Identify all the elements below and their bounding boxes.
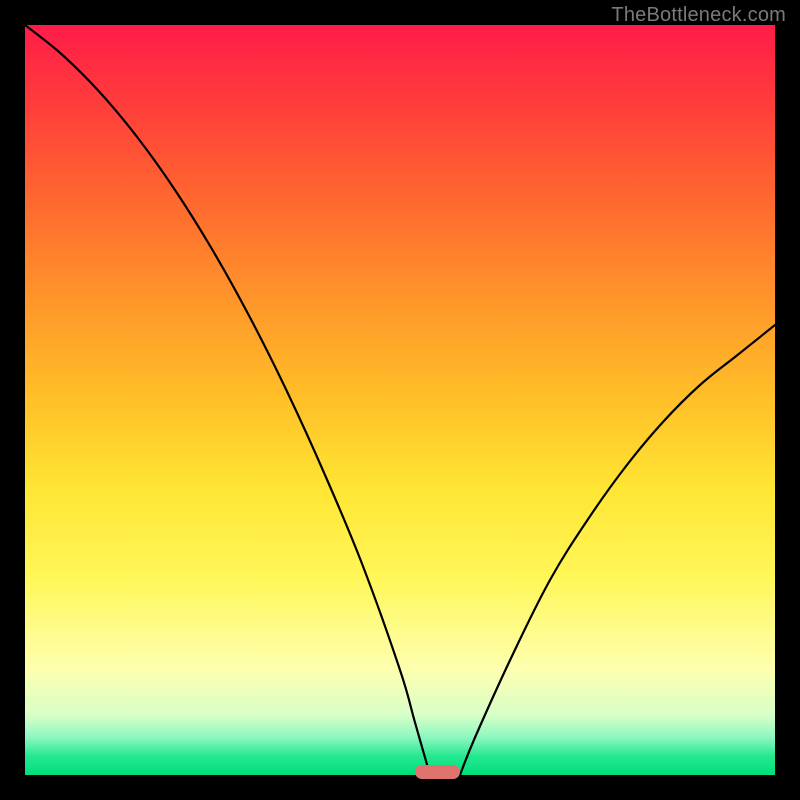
chart-frame: TheBottleneck.com <box>0 0 800 800</box>
watermark-text: TheBottleneck.com <box>611 4 786 27</box>
plot-area <box>25 25 775 775</box>
curve-right <box>460 325 775 775</box>
curve-left <box>25 25 430 775</box>
minimum-marker <box>415 765 460 779</box>
curve-svg <box>25 25 775 775</box>
